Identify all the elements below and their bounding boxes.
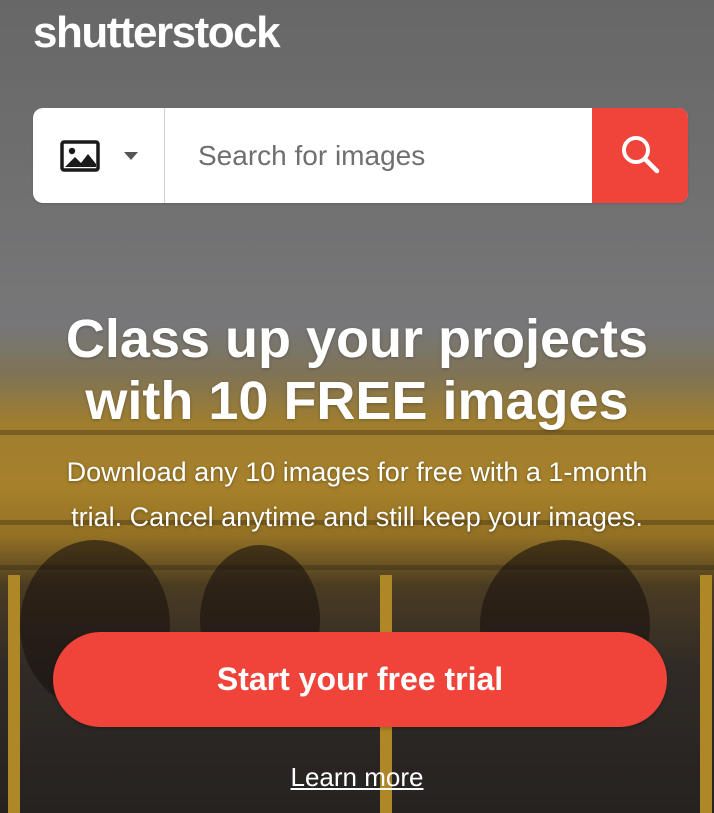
search-input[interactable] bbox=[165, 108, 592, 203]
shutterstock-logo[interactable]: shutterstock bbox=[33, 8, 281, 58]
hero-headline: Class up your projects with 10 FREE imag… bbox=[65, 309, 649, 431]
learn-more-link[interactable]: Learn more bbox=[0, 762, 714, 793]
media-type-dropdown[interactable] bbox=[33, 108, 165, 203]
image-icon bbox=[59, 139, 100, 172]
search-button[interactable] bbox=[592, 108, 688, 203]
search-bar bbox=[33, 108, 688, 203]
landing-page: shutterstock Search for images Class up … bbox=[0, 0, 714, 813]
search-icon bbox=[619, 133, 661, 178]
start-free-trial-button[interactable]: Start your free trial bbox=[53, 632, 667, 727]
hero-subtext: Download any 10 images for free with a 1… bbox=[66, 457, 648, 532]
chevron-down-icon bbox=[123, 151, 138, 160]
